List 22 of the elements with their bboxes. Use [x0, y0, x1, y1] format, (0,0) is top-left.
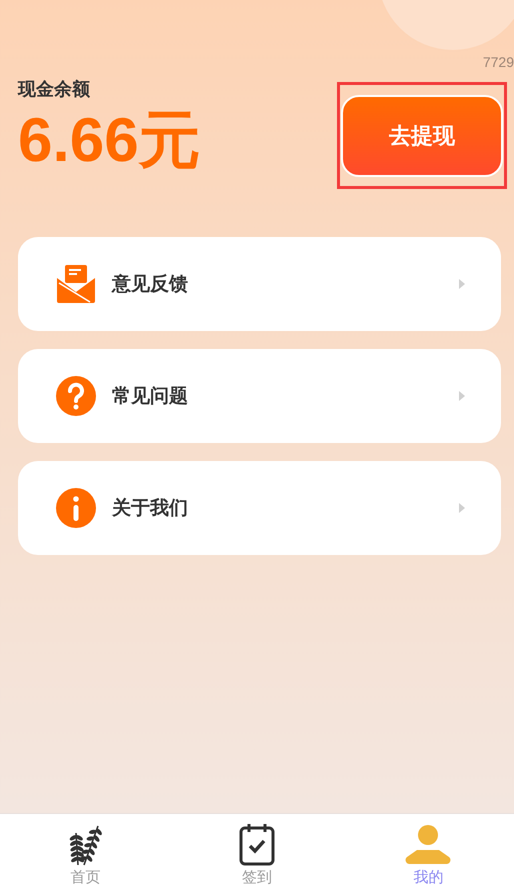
menu-item[interactable]: 意见反馈 [18, 237, 501, 331]
menu-item[interactable]: 常见问题 [18, 349, 501, 443]
info-icon [56, 488, 96, 528]
code-text: 7729 [482, 54, 514, 70]
calendar-icon [238, 822, 275, 866]
menu-item[interactable]: 关于我们 [18, 461, 501, 555]
tab[interactable]: 首页 [70, 868, 101, 887]
balance-label: 现金余额 [18, 78, 91, 101]
chevron-icon [459, 279, 465, 289]
tab[interactable]: 我的 [413, 868, 444, 887]
chevron-icon [459, 503, 465, 513]
question-icon [56, 376, 96, 416]
person-icon [405, 824, 452, 866]
menu-label: 常见问题 [112, 384, 189, 409]
menu-label: 关于我们 [112, 496, 189, 521]
wheat-icon [68, 823, 104, 866]
withdraw-button[interactable]: 去提现 [341, 94, 503, 176]
menu-label: 意见反馈 [112, 272, 189, 297]
tab[interactable]: 签到 [242, 868, 272, 887]
chevron-icon [459, 391, 465, 401]
envelope-icon [56, 264, 96, 304]
balance-amount: 6.66元 [18, 107, 201, 176]
